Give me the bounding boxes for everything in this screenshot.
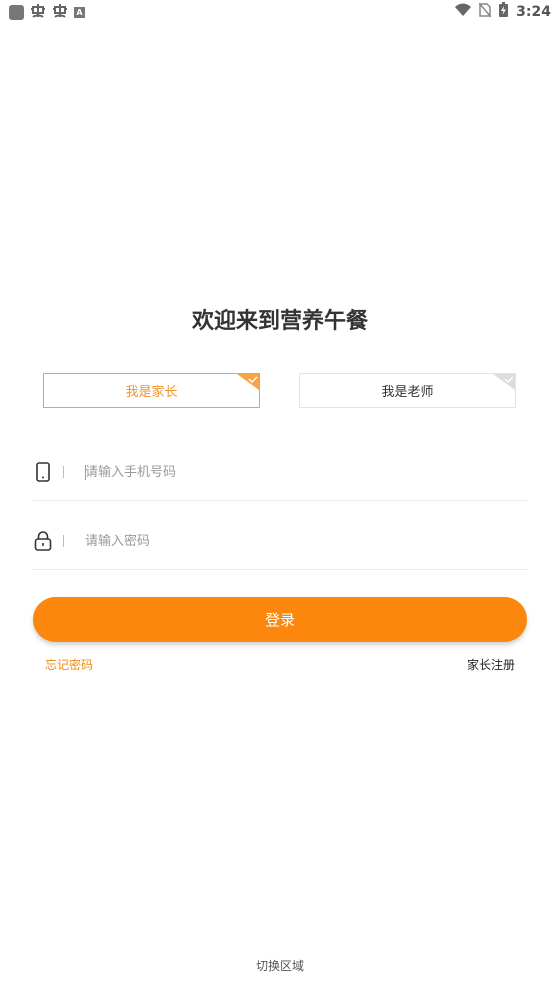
forgot-password-link[interactable]: 忘记密码 <box>45 656 93 673</box>
password-field-row <box>33 513 527 570</box>
divider <box>63 535 64 547</box>
phone-input[interactable] <box>85 464 465 480</box>
status-time: 3:24 <box>516 3 551 20</box>
bug-icon <box>30 3 46 22</box>
wifi-icon <box>455 3 472 21</box>
lock-icon <box>33 531 53 551</box>
role-teacher-option[interactable]: 我是老师 <box>299 373 516 408</box>
page-title: 欢迎来到营养午餐 <box>191 309 368 334</box>
login-button[interactable]: 登录 <box>33 597 527 642</box>
password-input[interactable] <box>85 533 465 549</box>
role-teacher-label: 我是老师 <box>381 385 434 400</box>
no-sim-icon <box>478 2 492 21</box>
switch-region-link[interactable]: 切换区域 <box>0 957 560 974</box>
phone-field-row <box>33 444 527 501</box>
status-bar-right: 3:24 <box>455 2 551 21</box>
login-screen: A 3:24 欢迎来到营养午餐 我是家长 我是老师 请输入手机号码 登录 忘记密… <box>0 0 560 997</box>
a-badge-icon: A <box>74 7 85 18</box>
parent-register-link[interactable]: 家长注册 <box>467 656 515 673</box>
divider <box>63 466 64 478</box>
unselected-check-icon <box>493 374 515 390</box>
role-parent-option[interactable]: 我是家长 <box>43 373 260 408</box>
phone-icon <box>33 462 53 482</box>
app-square-icon <box>9 5 24 20</box>
bug-icon <box>52 3 68 22</box>
selected-check-icon <box>237 374 259 390</box>
status-bar: A 3:24 <box>0 0 560 24</box>
status-bar-left: A <box>9 3 85 22</box>
battery-charging-icon <box>499 2 509 21</box>
role-parent-label: 我是家长 <box>125 385 178 400</box>
